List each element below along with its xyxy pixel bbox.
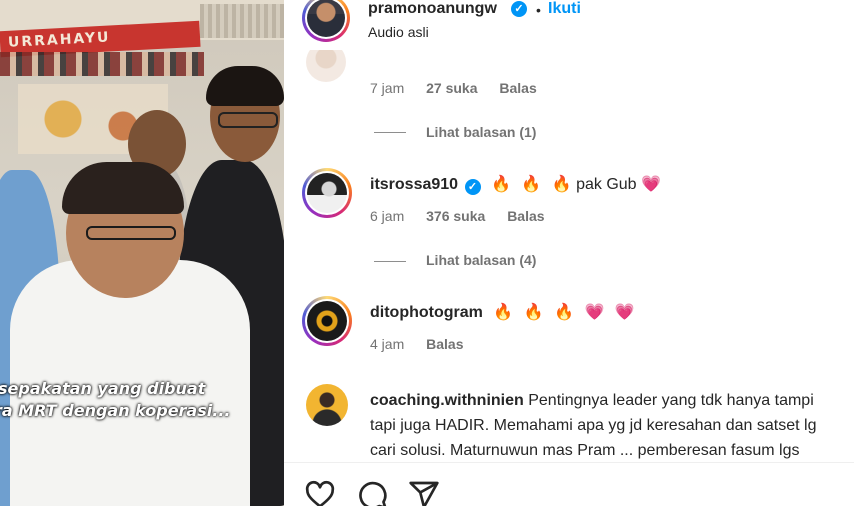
- fire-emoji: 🔥: [521, 176, 542, 193]
- comment-icon[interactable]: [356, 479, 388, 506]
- author-username[interactable]: pramonoanungw: [368, 0, 497, 18]
- banner-strip: [0, 52, 204, 76]
- subtitle-line: ra MRT dengan koperasi...: [0, 401, 231, 420]
- verified-badge-icon: ✓: [511, 1, 527, 17]
- reply-button[interactable]: Balas: [499, 80, 536, 96]
- action-bar: [284, 462, 854, 506]
- view-replies-button[interactable]: Lihat balasan (4): [426, 252, 536, 268]
- comments-list[interactable]: 7 jam 27 suka Balas Lihat balasan (1) it…: [284, 50, 854, 462]
- audio-label[interactable]: Audio asli: [368, 24, 429, 40]
- commenter-avatar[interactable]: [302, 168, 352, 218]
- video-subtitle: sepakatan yang dibuat ra MRT dengan kope…: [0, 378, 284, 422]
- heart-emoji: 💗: [584, 304, 605, 321]
- commenter-avatar[interactable]: [302, 296, 352, 346]
- heart-icon[interactable]: [304, 479, 336, 506]
- separator-dot: •: [536, 2, 541, 18]
- commenter-username[interactable]: itsrossa910: [370, 176, 458, 193]
- author-avatar-image: [307, 0, 345, 37]
- fire-emoji: 🔥: [551, 176, 572, 193]
- replies-divider: [374, 261, 406, 262]
- view-replies-button[interactable]: Lihat balasan (1): [426, 124, 536, 140]
- comment-time: 6 jam: [370, 208, 405, 224]
- banner-text: URRAHAYU: [7, 29, 111, 51]
- follow-button[interactable]: Ikuti: [548, 0, 581, 18]
- post-header: pramonoanungw ✓ • Ikuti Audio asli: [284, 0, 854, 50]
- heart-emoji: 💗: [614, 304, 635, 321]
- comment-body-line: cari solusi. Maturnuwun mas Pram ... pem…: [370, 442, 800, 459]
- comment-time: 4 jam: [370, 336, 405, 352]
- commenter-username[interactable]: ditophotogram: [370, 304, 483, 321]
- comment-body: pak Gub: [576, 176, 637, 193]
- comment-meta: 4 jam Balas: [370, 336, 481, 352]
- commenter-avatar[interactable]: [306, 50, 346, 82]
- reply-button[interactable]: Balas: [426, 336, 463, 352]
- fire-emoji: 🔥: [490, 176, 511, 193]
- subtitle-line: sepakatan yang dibuat: [0, 379, 206, 398]
- speaker-hair: [62, 162, 184, 214]
- commenter-username[interactable]: coaching.withninien: [370, 392, 524, 409]
- comment-meta: 7 jam 27 suka Balas: [370, 80, 555, 96]
- comment-body-line: Pentingnya leader yang tdk hanya tampi: [528, 392, 814, 409]
- post-panel: pramonoanungw ✓ • Ikuti Audio asli 7 jam…: [284, 0, 854, 506]
- comment-likes[interactable]: 376 suka: [426, 208, 485, 224]
- reply-button[interactable]: Balas: [507, 208, 544, 224]
- author-avatar[interactable]: [302, 0, 350, 42]
- comment-text: ditophotogram 🔥 🔥 🔥 💗 💗: [370, 302, 635, 322]
- comment-likes[interactable]: 27 suka: [426, 80, 477, 96]
- wall-vent: [200, 4, 284, 38]
- person-black-glasses: [218, 112, 278, 128]
- fire-emoji: 🔥: [554, 304, 574, 321]
- replies-divider: [374, 132, 406, 133]
- fire-emoji: 🔥: [523, 304, 544, 321]
- comment-body-line: tapi juga HADIR. Memahami apa yg jd kere…: [370, 417, 817, 434]
- comment-text: itsrossa910 ✓ 🔥 🔥 🔥 pak Gub 💗: [370, 174, 661, 195]
- comment-meta: 6 jam 376 suka Balas: [370, 208, 563, 224]
- share-icon[interactable]: [408, 479, 440, 506]
- heart-emoji: 💗: [641, 176, 661, 193]
- verified-badge-icon: ✓: [464, 179, 481, 195]
- comment-text: coaching.withninien Pentingnya leader ya…: [370, 388, 816, 462]
- person-black-hair: [206, 66, 284, 106]
- reel-video[interactable]: URRAHAYU sepakatan yang dibuat ra MRT de…: [0, 0, 284, 506]
- commenter-avatar[interactable]: [306, 384, 348, 426]
- speaker-glasses: [86, 226, 176, 240]
- comment-time: 7 jam: [370, 80, 405, 96]
- fire-emoji: 🔥: [493, 304, 514, 321]
